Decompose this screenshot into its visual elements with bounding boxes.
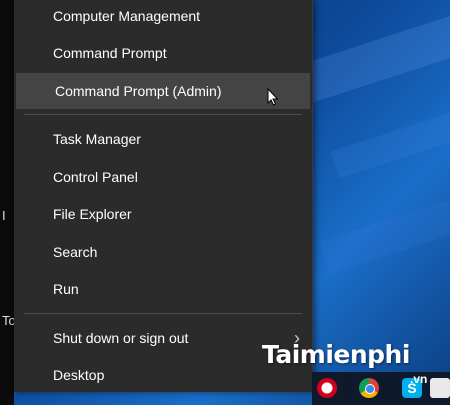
desktop-left-edge: I To (0, 0, 16, 405)
desktop-wallpaper-streak (330, 89, 450, 179)
watermark-domain: .vn (410, 372, 428, 386)
desktop-wallpaper-streak (319, 179, 450, 275)
taskbar: S (312, 372, 450, 405)
menu-item-run[interactable]: Run (14, 271, 312, 307)
menu-item-computer-management[interactable]: Computer Management (14, 0, 312, 34)
menu-divider (24, 313, 302, 314)
watermark-logo: Taimienphi (262, 340, 410, 369)
menu-item-control-panel[interactable]: Control Panel (14, 159, 312, 195)
menu-item-search[interactable]: Search (14, 234, 312, 270)
menu-item-command-prompt[interactable]: Command Prompt (14, 35, 312, 71)
mouse-cursor-icon (267, 88, 279, 106)
menu-item-file-explorer[interactable]: File Explorer (14, 196, 312, 232)
menu-divider (24, 114, 302, 115)
app-icon[interactable] (430, 378, 450, 398)
desktop-wallpaper-streak (299, 0, 450, 104)
chrome-icon[interactable] (359, 378, 379, 398)
watermark-brand-text: Taimienphi (262, 340, 410, 369)
winx-context-menu: Computer Management Command Prompt Comma… (14, 0, 313, 392)
desktop-edge-text: I (2, 208, 6, 223)
menu-item-command-prompt-admin[interactable]: Command Prompt (Admin) (16, 73, 310, 109)
opera-icon[interactable] (317, 378, 337, 398)
menu-item-label: Shut down or sign out (53, 330, 189, 346)
menu-item-task-manager[interactable]: Task Manager (14, 121, 312, 157)
